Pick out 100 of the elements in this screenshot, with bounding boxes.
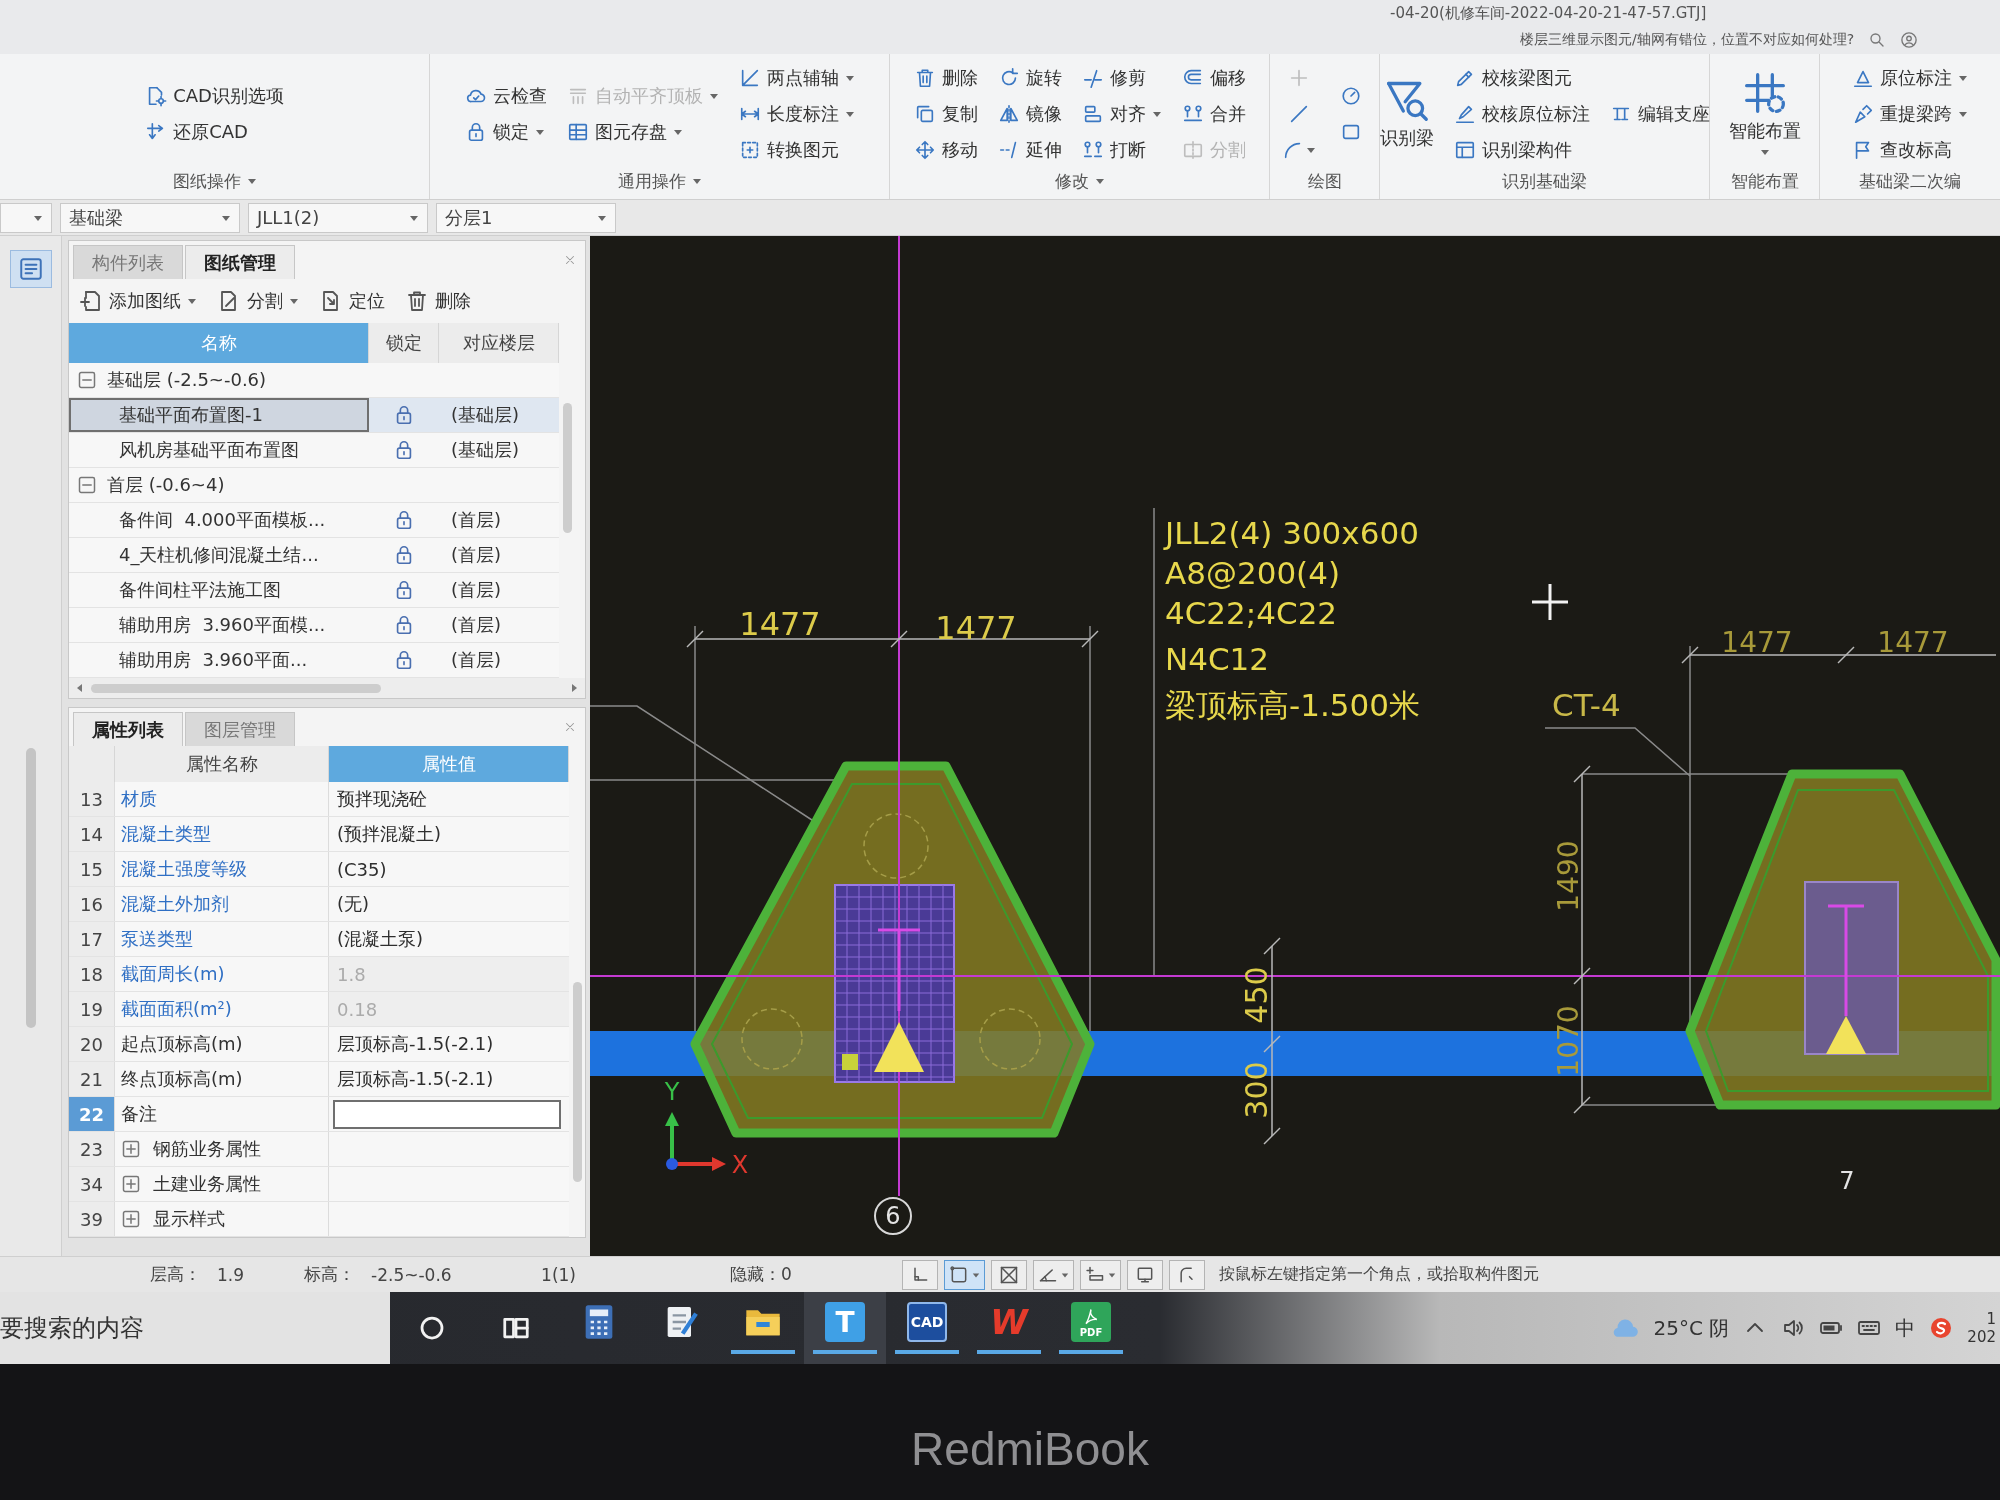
property-row[interactable]: 13 材质 预拌现浇砼 xyxy=(69,782,569,817)
move-arrows-icon xyxy=(913,139,936,161)
ribbon-button[interactable]: 转换图元 xyxy=(734,133,843,167)
ribbon-button[interactable]: 还原CAD xyxy=(141,115,252,149)
panel-tab[interactable]: 图纸管理 xyxy=(185,245,295,279)
ribbon-button[interactable]: 延伸 xyxy=(993,133,1066,167)
dropdown-field[interactable]: JLL1(2) xyxy=(248,202,428,233)
ribbon-button[interactable]: 云检查 xyxy=(460,79,551,113)
expand-icon[interactable] xyxy=(121,1139,141,1159)
dropdown-field[interactable]: 分层1 xyxy=(436,202,616,233)
toolbar-button[interactable]: 定位 xyxy=(317,289,387,313)
property-row[interactable]: 17 泵送类型 (混凝土泵) xyxy=(69,922,569,957)
property-row[interactable]: 19 截面面积(m²) 0.18 xyxy=(69,992,569,1027)
help-tip-link[interactable]: 楼层三维显示图元/轴网有错位，位置不对应如何处理? xyxy=(1520,31,1855,49)
ribbon-button[interactable]: 校核梁图元 xyxy=(1449,61,1576,95)
column-header[interactable]: 对应楼层 xyxy=(439,323,559,363)
ribbon-button[interactable]: 旋转 xyxy=(993,61,1066,95)
search-field[interactable]: 要搜索的内容 xyxy=(0,1292,390,1364)
expand-icon[interactable] xyxy=(121,1174,141,1194)
status-tool-button[interactable] xyxy=(1079,1259,1121,1290)
close-icon[interactable] xyxy=(563,720,577,734)
toolbar-button[interactable]: 添加图纸 xyxy=(77,289,199,313)
ribbon-button[interactable]: 校核原位标注 xyxy=(1449,97,1594,131)
status-tool-button[interactable] xyxy=(943,1259,985,1290)
group-menu-button[interactable]: 图纸操作 xyxy=(168,168,261,194)
user-icon[interactable] xyxy=(1900,31,1919,49)
scroll-left-icon[interactable] xyxy=(75,683,85,693)
clock-date[interactable]: 202 xyxy=(1967,1328,1996,1346)
taskbar-app-button[interactable]: CAD xyxy=(886,1292,968,1364)
property-row[interactable]: 21 终点顶标高(m) 层顶标高-1.5(-2.1) xyxy=(69,1062,569,1097)
ribbon-button[interactable]: CAD识别选项 xyxy=(141,79,288,113)
swirl-icon[interactable] xyxy=(1929,1316,1954,1340)
ribbon-button[interactable]: 合并 xyxy=(1177,97,1250,131)
scrollbar-track[interactable] xyxy=(69,678,585,698)
property-row[interactable]: 34 土建业务属性 xyxy=(69,1167,569,1202)
scrollbar-thumb[interactable] xyxy=(572,982,582,1182)
group-menu-button[interactable]: 通用操作 xyxy=(613,168,706,194)
weather-text[interactable]: 25°C 阴 xyxy=(1653,1314,1730,1342)
status-tool-button[interactable] xyxy=(1032,1259,1074,1290)
ribbon-button[interactable]: 识别梁 xyxy=(1375,62,1438,166)
scroll-right-icon[interactable] xyxy=(569,683,579,693)
ribbon-button[interactable]: 识别梁构件 xyxy=(1449,133,1576,167)
property-row[interactable]: 23 钢筋业务属性 xyxy=(69,1132,569,1167)
property-row[interactable]: 14 混凝土类型 (预拌混凝土) xyxy=(69,817,569,852)
collapse-icon[interactable] xyxy=(77,370,97,390)
cad-canvas[interactable]: 1477 1477 1477 1477 450 300 1490 1070 JLL2(4) 300x600 A8@200(4) 4C22;4C22 N4C12 梁顶标高-1.500米 CT-4 Y X 6 7 xyxy=(590,236,2000,1256)
panel-toggle-button[interactable] xyxy=(9,250,52,288)
ribbon-button[interactable]: 编辑支座 xyxy=(1605,97,1714,131)
expand-icon[interactable] xyxy=(121,1209,141,1229)
ribbon-button[interactable]: 查改标高 xyxy=(1848,133,1956,167)
ribbon-button[interactable]: 原位标注 xyxy=(1848,61,1972,95)
property-row[interactable]: 20 起点顶标高(m) 层顶标高-1.5(-2.1) xyxy=(69,1027,569,1062)
ribbon-button[interactable]: 两点辅轴 xyxy=(734,61,859,95)
ribbon-button[interactable]: 长度标注 xyxy=(734,97,859,131)
property-name: 泵送类型 xyxy=(115,922,329,956)
status-tool-button[interactable] xyxy=(1168,1259,1205,1290)
ribbon-button[interactable]: 重提梁跨 xyxy=(1848,97,1972,131)
dimension-text: 300 xyxy=(1238,1061,1274,1119)
status-tool-button[interactable] xyxy=(1126,1259,1163,1290)
clock-time[interactable]: 1 xyxy=(1986,1310,1996,1328)
close-icon[interactable] xyxy=(563,253,577,267)
property-row[interactable]: 15 混凝土强度等级 (C35) xyxy=(69,852,569,887)
status-tool-button[interactable] xyxy=(901,1259,938,1290)
column-header[interactable]: 锁定 xyxy=(369,323,439,363)
ribbon-button[interactable]: 智能布置 xyxy=(1724,62,1805,166)
group-menu-button[interactable]: 修改 xyxy=(1050,168,1109,194)
ribbon-button[interactable]: 镜像 xyxy=(993,97,1066,131)
ribbon-button[interactable]: 对齐 xyxy=(1077,97,1166,131)
axis-number: 6 xyxy=(885,1202,901,1230)
ribbon-button[interactable]: 修剪 xyxy=(1077,61,1150,95)
toolbar-button[interactable]: 分割 xyxy=(215,289,301,313)
dropdown-field[interactable] xyxy=(0,202,52,233)
list-icon xyxy=(17,256,44,282)
property-value: 层顶标高-1.5(-2.1) xyxy=(336,1032,495,1056)
scrollbar-thumb[interactable] xyxy=(562,403,572,533)
property-row[interactable]: 39 显示样式 xyxy=(69,1202,569,1237)
ribbon-button[interactable]: 复制 xyxy=(909,97,982,131)
floor-cell-text: (首层) xyxy=(450,508,503,532)
ribbon-button[interactable]: 删除 xyxy=(909,61,982,95)
window-title: -04-20(机修车间-2022-04-20-21-47-57.GTJ] xyxy=(1390,3,1707,23)
dropdown-field[interactable]: 基础梁 xyxy=(60,202,240,233)
scrollbar-thumb[interactable] xyxy=(91,683,381,693)
ribbon-button[interactable]: 移动 xyxy=(909,133,982,167)
status-tool-button[interactable] xyxy=(990,1259,1027,1290)
column-header[interactable]: 属性名称 xyxy=(115,746,329,782)
toolbar-button[interactable]: 删除 xyxy=(403,289,473,313)
property-row[interactable]: 16 混凝土外加剂 (无) xyxy=(69,887,569,922)
input-field[interactable] xyxy=(333,1099,561,1129)
panel-tab[interactable]: 属性列表 xyxy=(73,712,183,746)
input-method-indicator[interactable]: 中 xyxy=(1895,1314,1916,1342)
property-group-label: 土建业务属性 xyxy=(153,1172,261,1196)
ribbon-button[interactable]: 锁定 xyxy=(460,115,549,149)
collapse-icon[interactable] xyxy=(77,475,97,495)
tree-row[interactable]: 基础平面布置图-1 (基础层) xyxy=(69,398,559,433)
scrollbar-thumb[interactable] xyxy=(25,748,36,1028)
ribbon-button[interactable]: 打断 xyxy=(1077,133,1150,167)
property-row[interactable]: 22 备注 xyxy=(69,1097,569,1132)
ribbon-button[interactable]: 图元存盘 xyxy=(562,115,687,149)
property-row[interactable]: 18 截面周长(m) 1.8 xyxy=(69,957,569,992)
ribbon-button[interactable]: 偏移 xyxy=(1177,61,1250,95)
